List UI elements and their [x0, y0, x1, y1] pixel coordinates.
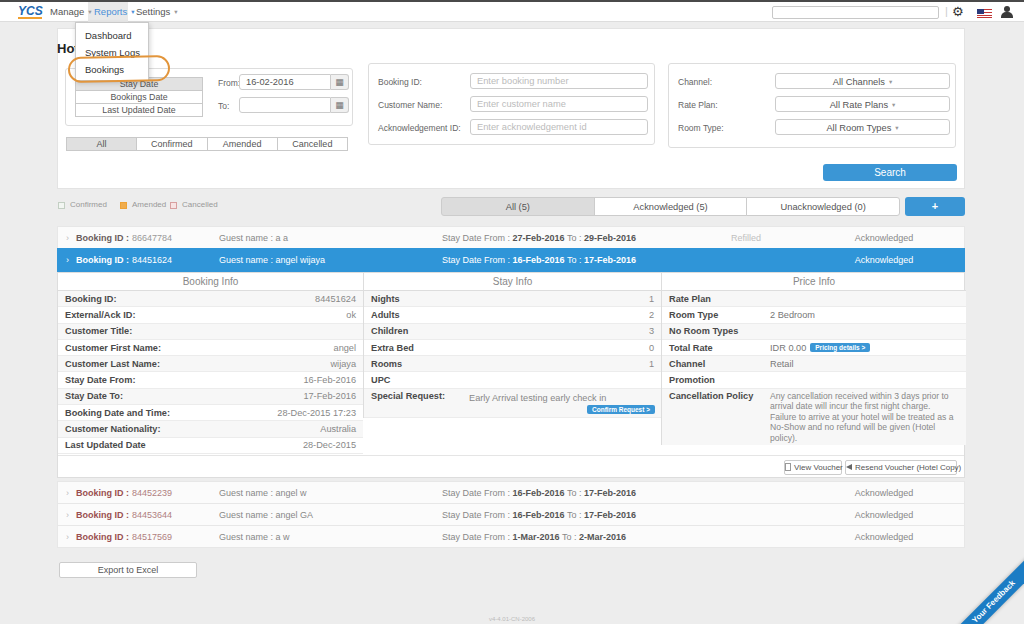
send-icon	[846, 464, 852, 470]
legend-amended-swatch	[120, 202, 127, 209]
legend-confirmed-label: Confirmed	[70, 200, 107, 209]
legend-cancelled-swatch	[170, 202, 177, 209]
legend-confirmed-swatch	[58, 202, 65, 209]
channel-select[interactable]: All Channels▾	[775, 73, 950, 89]
row-status: Acknowledged	[824, 227, 944, 249]
row-status: Acknowledged	[824, 249, 944, 271]
acknowledge-tabs: All (5) Acknowledged (5) Unacknowledged …	[441, 197, 900, 216]
tab-all-count[interactable]: All (5)	[441, 197, 595, 216]
row-status: Acknowledged	[824, 504, 944, 526]
stay-info-column: Stay Info Nights1 Adults2 Children3 Extr…	[363, 273, 661, 418]
tab-cancelled[interactable]: Cancelled	[277, 137, 348, 151]
nav-search-input[interactable]	[772, 6, 939, 19]
nav-manage[interactable]: Manage▾	[50, 6, 92, 17]
booking-row[interactable]: › Booking ID :86647784 Guest name : a a …	[57, 226, 965, 249]
chevron-down-icon: ▾	[88, 8, 91, 15]
legend-amended-label: Amended	[132, 200, 166, 209]
legend-cancelled-label: Cancelled	[182, 200, 218, 209]
chevron-down-icon: ▾	[892, 101, 895, 108]
channel-label: Channel:	[678, 77, 712, 87]
stay-info-title: Stay Info	[364, 273, 661, 291]
tab-unacknowledged[interactable]: Unacknowledged (0)	[746, 197, 900, 216]
room-type-select[interactable]: All Room Types▾	[775, 119, 950, 135]
from-label: From:	[218, 78, 240, 88]
chevron-right-icon: ›	[66, 482, 69, 504]
booking-row[interactable]: › Booking ID :84452239 Guest name : ange…	[57, 481, 965, 504]
chevron-down-icon: ▾	[889, 78, 892, 85]
chevron-right-icon: ›	[66, 249, 69, 271]
menu-item-dashboard[interactable]: Dashboard	[76, 27, 148, 44]
ycs-logo-underline	[18, 17, 42, 19]
date-type-last-updated-button[interactable]: Last Updated Date	[75, 103, 203, 117]
feedback-ribbon[interactable]: Your Feedback	[945, 553, 1024, 624]
from-date-input[interactable]: 16-02-2016	[239, 74, 331, 90]
version-text: v4-4.01-CN-2006	[412, 616, 612, 622]
to-label: To:	[218, 101, 229, 111]
tab-all[interactable]: All	[66, 137, 137, 151]
status-tabs: All Confirmed Amended Cancelled	[66, 137, 348, 151]
row-status: Acknowledged	[824, 526, 944, 548]
customer-name-label: Customer Name:	[378, 100, 442, 110]
customer-name-input[interactable]: Enter customer name	[470, 96, 648, 112]
date-type-bookings-date-button[interactable]: Bookings Date	[75, 90, 203, 104]
booking-info-title: Booking Info	[58, 273, 363, 291]
special-request-row: Special Request: Early Arrival testing e…	[364, 389, 661, 418]
nav-reports[interactable]: Reports▾	[94, 6, 135, 17]
row-note: Refilled	[686, 227, 806, 249]
booking-detail-panel: Booking Info Booking ID:84451624 Externa…	[57, 272, 965, 478]
ycs-logo[interactable]: YCS	[18, 4, 43, 18]
resend-voucher-button[interactable]: Resend Voucher (Hotel Copy)	[845, 460, 957, 475]
cancellation-policy-row: Cancellation Policy Any cancellation rec…	[662, 389, 966, 446]
rate-plan-select[interactable]: All Rate Plans▾	[775, 96, 950, 112]
tab-acknowledged[interactable]: Acknowledged (5)	[594, 197, 748, 216]
booking-id-label: Booking ID:	[378, 77, 422, 87]
booking-row[interactable]: › Booking ID :84453644 Guest name : ange…	[57, 503, 965, 526]
price-info-title: Price Info	[662, 273, 966, 291]
booking-id-input[interactable]: Enter booking number	[470, 73, 648, 89]
acknowledgement-id-label: Acknowledgement ID:	[378, 123, 461, 133]
row-status: Acknowledged	[824, 482, 944, 504]
nav-settings[interactable]: Settings▾	[136, 6, 178, 17]
user-icon-body[interactable]	[1001, 12, 1013, 18]
pricing-details-button[interactable]: Pricing details >	[810, 343, 870, 352]
from-calendar-button[interactable]: ▦	[331, 74, 349, 90]
booking-row-selected[interactable]: › Booking ID :84451624 Guest name : ange…	[57, 248, 965, 272]
document-icon	[785, 463, 791, 471]
language-flag-icon[interactable]	[977, 9, 992, 18]
rate-plan-label: Rate Plan:	[678, 100, 718, 110]
add-button[interactable]: +	[905, 197, 965, 216]
chevron-right-icon: ›	[66, 227, 69, 249]
booking-row[interactable]: › Booking ID :84517569 Guest name : a w …	[57, 525, 965, 548]
confirm-request-button[interactable]: Confirm Request >	[587, 405, 655, 414]
price-info-column: Price Info Rate Plan Room Type2 Bedroom …	[661, 273, 966, 445]
room-type-label: Room Type:	[678, 123, 724, 133]
chevron-right-icon: ›	[66, 526, 69, 548]
gear-icon[interactable]: ⚙	[952, 4, 964, 19]
to-calendar-button[interactable]: ▦	[331, 97, 349, 113]
tab-confirmed[interactable]: Confirmed	[136, 137, 207, 151]
chevron-right-icon: ›	[66, 504, 69, 526]
chevron-down-icon: ▾	[895, 124, 898, 131]
view-voucher-button[interactable]: View Voucher	[784, 460, 842, 475]
bookings-highlight-annotation	[68, 55, 170, 83]
search-button[interactable]: Search	[823, 164, 957, 181]
voucher-footer: View Voucher Resend Voucher (Hotel Copy)	[58, 455, 964, 477]
nav-separator: |	[945, 5, 948, 17]
to-date-input[interactable]	[239, 97, 331, 113]
export-to-excel-button[interactable]: Export to Excel	[59, 562, 197, 578]
acknowledgement-id-input[interactable]: Enter acknowledgement id	[470, 119, 648, 135]
chevron-down-icon: ▾	[131, 8, 134, 15]
booking-info-column: Booking Info Booking ID:84451624 Externa…	[58, 273, 363, 454]
chevron-down-icon: ▾	[174, 8, 177, 15]
tab-amended[interactable]: Amended	[207, 137, 278, 151]
